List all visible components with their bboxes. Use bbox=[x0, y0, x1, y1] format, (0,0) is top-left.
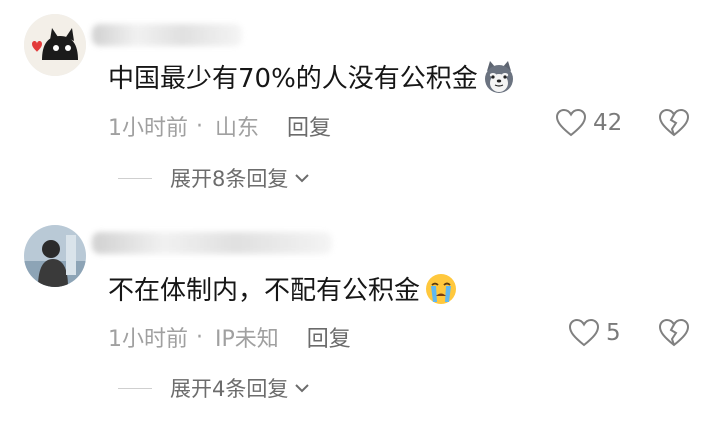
like-count: 42 bbox=[593, 110, 623, 136]
expand-replies-label: 展开4条回复 bbox=[170, 377, 289, 401]
meta-separator: · bbox=[196, 113, 203, 139]
heart-icon bbox=[555, 108, 587, 137]
person-avatar-icon bbox=[24, 225, 86, 287]
avatar[interactable] bbox=[24, 14, 86, 76]
expand-replies-button[interactable]: 展开8条回复 bbox=[118, 163, 310, 193]
like-button[interactable]: 5 bbox=[568, 318, 621, 348]
reply-button[interactable]: 回复 bbox=[307, 321, 351, 353]
reply-button[interactable]: 回复 bbox=[287, 110, 331, 142]
comment-text-content: 中国最少有70%的人没有公积金 bbox=[108, 64, 478, 94]
comment-meta: 1小时前 · 山东 回复 bbox=[108, 110, 331, 142]
comment-time: 1小时前 bbox=[108, 116, 188, 141]
crying-face-emoji-icon bbox=[424, 272, 458, 306]
avatar[interactable] bbox=[24, 225, 86, 287]
comment-item: 不在体制内，不配有公积金 1小时前 · IP未知 回复 5 展开4条回复 bbox=[0, 210, 720, 435]
like-button[interactable]: 42 bbox=[555, 108, 622, 138]
broken-heart-icon bbox=[658, 108, 690, 137]
comment-meta: 1小时前 · IP未知 回复 bbox=[108, 321, 351, 353]
chevron-down-icon bbox=[295, 384, 310, 393]
username-redacted bbox=[92, 232, 332, 254]
dislike-button[interactable] bbox=[658, 318, 690, 352]
comment-item: 中国最少有70%的人没有公积金 1小时前 · 山东 回复 42 展开8条回复 bbox=[0, 0, 720, 210]
chevron-down-icon bbox=[295, 174, 310, 183]
meta-separator: · bbox=[196, 324, 203, 350]
comment-location: 山东 bbox=[215, 116, 260, 141]
cat-avatar-icon bbox=[24, 14, 86, 76]
comment-text: 不在体制内，不配有公积金 bbox=[108, 270, 458, 307]
broken-heart-icon bbox=[658, 318, 690, 347]
divider-line bbox=[118, 177, 152, 179]
expand-replies-button[interactable]: 展开4条回复 bbox=[118, 373, 310, 403]
comment-text: 中国最少有70%的人没有公积金 bbox=[108, 58, 516, 95]
like-count: 5 bbox=[606, 320, 621, 346]
comment-text-content: 不在体制内，不配有公积金 bbox=[108, 276, 421, 306]
divider-line bbox=[118, 387, 152, 389]
username-redacted bbox=[92, 24, 242, 46]
comment-time: 1小时前 bbox=[108, 327, 188, 352]
husky-emoji-icon bbox=[482, 60, 516, 94]
expand-replies-label: 展开8条回复 bbox=[170, 167, 289, 191]
heart-icon bbox=[568, 318, 600, 347]
dislike-button[interactable] bbox=[658, 108, 690, 142]
comment-location: IP未知 bbox=[215, 327, 279, 352]
